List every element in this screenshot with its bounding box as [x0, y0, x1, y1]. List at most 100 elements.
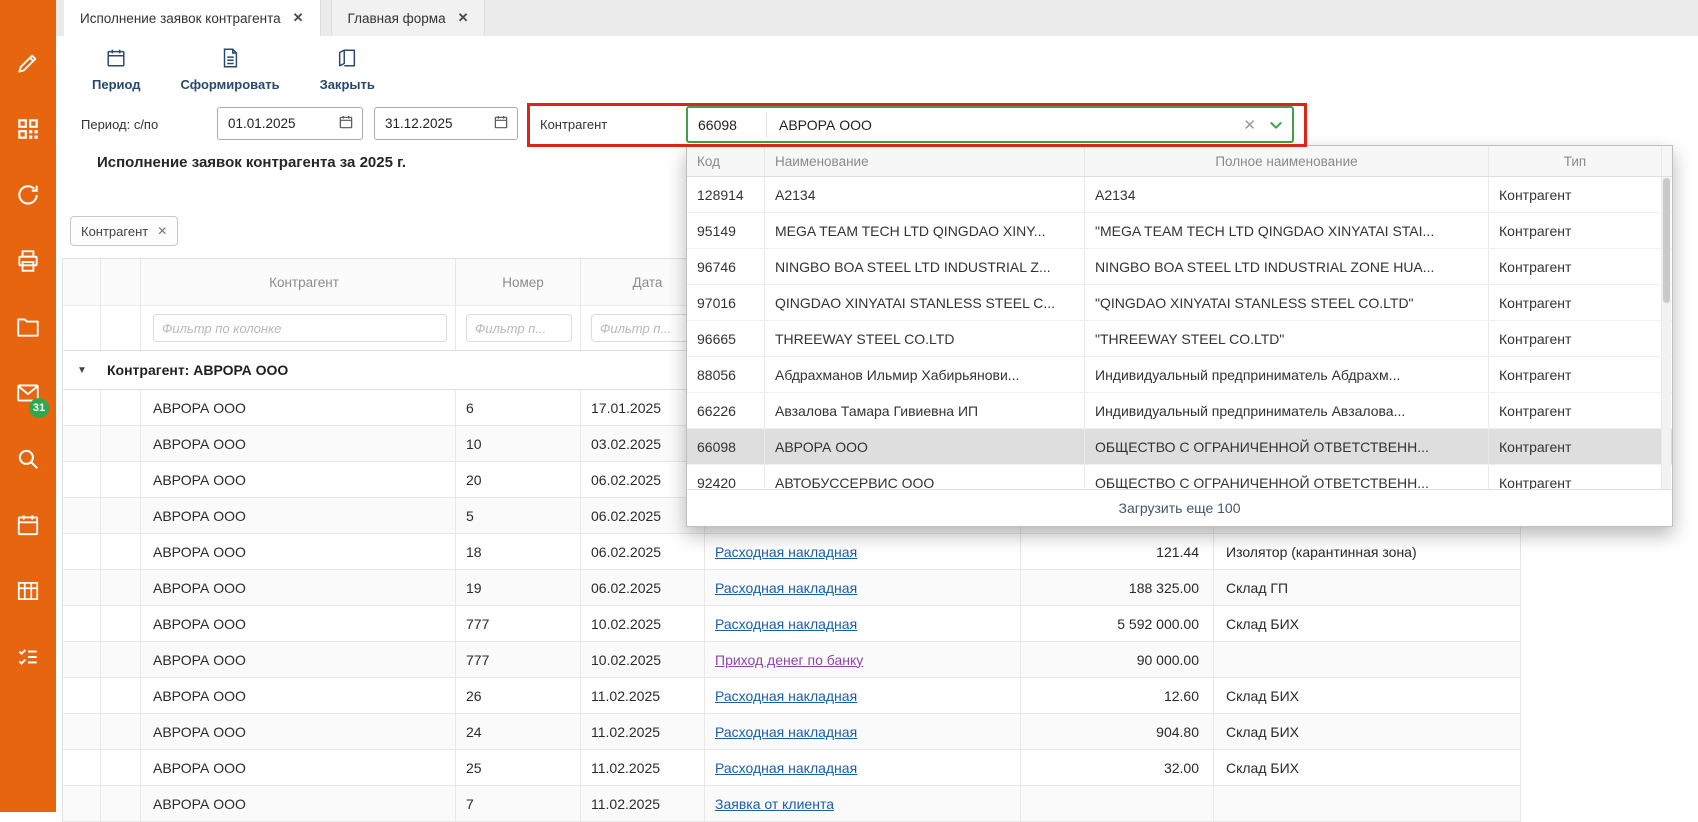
counterparty-cell: АВРОРА ООО — [141, 750, 456, 785]
date-from-value: 01.01.2025 — [228, 116, 296, 131]
table-row[interactable]: АВРОРА ООО 24 11.02.2025 Расходная накла… — [63, 714, 1521, 750]
tab-label: Главная форма — [348, 11, 446, 26]
date-cell: 11.02.2025 — [581, 750, 705, 785]
name-cell: Абдрахманов Ильмир Хабирьянови... — [765, 357, 1085, 392]
table-row[interactable]: АВРОРА ООО 18 06.02.2025 Расходная накла… — [63, 534, 1521, 570]
spreadsheet-icon[interactable] — [15, 578, 41, 604]
counterparty-cell: АВРОРА ООО — [141, 714, 456, 749]
chevron-down-icon[interactable] — [1268, 117, 1284, 133]
row-expander-cell — [63, 498, 101, 533]
dropdown-header-row: Код Наименование Полное наименование Тип — [687, 146, 1672, 177]
document-link[interactable]: Приход денег по банку — [715, 652, 863, 668]
counterparty-cell: АВРОРА ООО — [141, 390, 456, 425]
mail-icon[interactable]: 31 — [15, 380, 41, 406]
table-row[interactable]: АВРОРА ООО 777 10.02.2025 Приход денег п… — [63, 642, 1521, 678]
scrollbar-thumb[interactable] — [1663, 178, 1670, 303]
document-cell: Приход денег по банку — [705, 642, 1021, 677]
code-column-header[interactable]: Код — [687, 146, 765, 176]
sync-icon[interactable] — [15, 182, 41, 208]
dropdown-scrollbar[interactable] — [1662, 177, 1671, 489]
close-form-button[interactable]: Закрыть — [310, 43, 385, 96]
dropdown-row[interactable]: 88056 Абдрахманов Ильмир Хабирьянови... … — [687, 357, 1672, 393]
calendar-icon[interactable] — [338, 114, 354, 133]
calendar-icon[interactable] — [493, 114, 509, 133]
document-link[interactable]: Расходная накладная — [715, 616, 857, 632]
tab-label: Исполнение заявок контрагента — [80, 11, 281, 26]
document-cell: Расходная накладная — [705, 714, 1021, 749]
date-cell: 11.02.2025 — [581, 786, 705, 821]
type-cell: Контрагент — [1489, 429, 1662, 464]
folder-icon[interactable] — [15, 314, 41, 340]
document-cell: Расходная накладная — [705, 678, 1021, 713]
calendar-icon[interactable] — [15, 512, 41, 538]
date-to-field[interactable]: 31.12.2025 — [374, 107, 518, 140]
document-link[interactable]: Заявка от клиента — [715, 796, 834, 812]
counterparty-filter-chip[interactable]: Контрагент ✕ — [70, 216, 178, 246]
type-cell: Контрагент — [1489, 213, 1662, 248]
document-link[interactable]: Расходная накладная — [715, 760, 857, 776]
code-cell: 88056 — [687, 357, 765, 392]
name-cell: Авзалова Тамара Гивиевна ИП — [765, 393, 1085, 428]
close-icon[interactable]: ✕ — [293, 10, 304, 26]
dropdown-row[interactable]: 66098 АВРОРА ООО ОБЩЕСТВО С ОГРАНИЧЕННОЙ… — [687, 429, 1672, 465]
dropdown-row[interactable]: 96746 NINGBO BOA STEEL LTD INDUSTRIAL Z.… — [687, 249, 1672, 285]
expander-column-header — [63, 259, 101, 305]
number-cell: 24 — [456, 714, 581, 749]
tab-execution-report[interactable]: Исполнение заявок контрагента ✕ — [64, 0, 321, 36]
clear-icon[interactable]: ✕ — [1231, 116, 1268, 134]
code-cell: 95149 — [687, 213, 765, 248]
number-filter-input[interactable] — [466, 314, 572, 342]
table-row[interactable]: АВРОРА ООО 26 11.02.2025 Расходная накла… — [63, 678, 1521, 714]
print-icon[interactable] — [15, 248, 41, 274]
collapse-triangle-icon[interactable]: ▼ — [63, 365, 101, 376]
full-name-cell: "MEGA TEAM TECH LTD QINGDAO XINYATAI STA… — [1085, 213, 1489, 248]
pencil-icon[interactable] — [15, 50, 41, 76]
document-link[interactable]: Расходная накладная — [715, 724, 857, 740]
tasks-icon[interactable] — [15, 644, 41, 670]
close-icon[interactable]: ✕ — [458, 10, 469, 26]
tab-main-form[interactable]: Главная форма ✕ — [331, 0, 486, 36]
counterparty-column-header[interactable]: Контрагент — [141, 259, 456, 305]
document-link[interactable]: Расходная накладная — [715, 580, 857, 596]
type-column-header[interactable]: Тип — [1489, 146, 1662, 176]
type-cell: Контрагент — [1489, 285, 1662, 320]
qr-code-icon[interactable] — [15, 116, 41, 142]
full-name-cell: "QINGDAO XINYATAI STANLESS STEEL CO.LTD" — [1085, 285, 1489, 320]
name-cell: A2134 — [765, 177, 1085, 212]
counterparty-combobox[interactable]: 66098 АВРОРА ООО ✕ — [686, 106, 1294, 143]
dropdown-row[interactable]: 96665 THREEWAY STEEL CO.LTD "THREEWAY ST… — [687, 321, 1672, 357]
number-column-header[interactable]: Номер — [456, 259, 581, 305]
row-selector-cell — [101, 606, 141, 641]
document-link[interactable]: Расходная накладная — [715, 544, 857, 560]
table-row[interactable]: АВРОРА ООО 7 11.02.2025 Заявка от клиент… — [63, 786, 1521, 822]
code-cell: 97016 — [687, 285, 765, 320]
dropdown-row[interactable]: 128914 A2134 A2134 Контрагент — [687, 177, 1672, 213]
date-from-field[interactable]: 01.01.2025 — [217, 107, 363, 140]
load-more-button[interactable]: Загрузить еще 100 — [687, 489, 1672, 526]
report-toolbar: Период Сформировать Закрыть — [56, 36, 1698, 102]
type-cell: Контрагент — [1489, 177, 1662, 212]
generate-button[interactable]: Сформировать — [171, 43, 290, 96]
counterparty-filter-input[interactable] — [153, 314, 447, 342]
document-link[interactable]: Расходная накладная — [715, 688, 857, 704]
dropdown-row[interactable]: 66226 Авзалова Тамара Гивиевна ИП Индиви… — [687, 393, 1672, 429]
document-cell: Заявка от клиента — [705, 786, 1021, 821]
close-icon[interactable]: ✕ — [157, 224, 167, 238]
code-cell: 66098 — [687, 429, 765, 464]
period-button[interactable]: Период — [82, 43, 151, 96]
table-row[interactable]: АВРОРА ООО 19 06.02.2025 Расходная накла… — [63, 570, 1521, 606]
dropdown-row[interactable]: 95149 MEGA TEAM TECH LTD QINGDAO XINY...… — [687, 213, 1672, 249]
warehouse-cell: Склад ГП — [1214, 570, 1521, 605]
counterparty-code-value: 66098 — [688, 117, 766, 133]
row-expander-cell — [63, 390, 101, 425]
full-name-column-header[interactable]: Полное наименование — [1085, 146, 1489, 176]
date-cell: 11.02.2025 — [581, 714, 705, 749]
date-filter-input[interactable] — [591, 314, 696, 342]
table-row[interactable]: АВРОРА ООО 777 10.02.2025 Расходная накл… — [63, 606, 1521, 642]
dropdown-row[interactable]: 97016 QINGDAO XINYATAI STANLESS STEEL C.… — [687, 285, 1672, 321]
search-icon[interactable] — [15, 446, 41, 472]
table-row[interactable]: АВРОРА ООО 25 11.02.2025 Расходная накла… — [63, 750, 1521, 786]
name-cell: QINGDAO XINYATAI STANLESS STEEL C... — [765, 285, 1085, 320]
name-column-header[interactable]: Наименование — [765, 146, 1085, 176]
group-label: Контрагент: АВРОРА ООО — [107, 362, 288, 378]
